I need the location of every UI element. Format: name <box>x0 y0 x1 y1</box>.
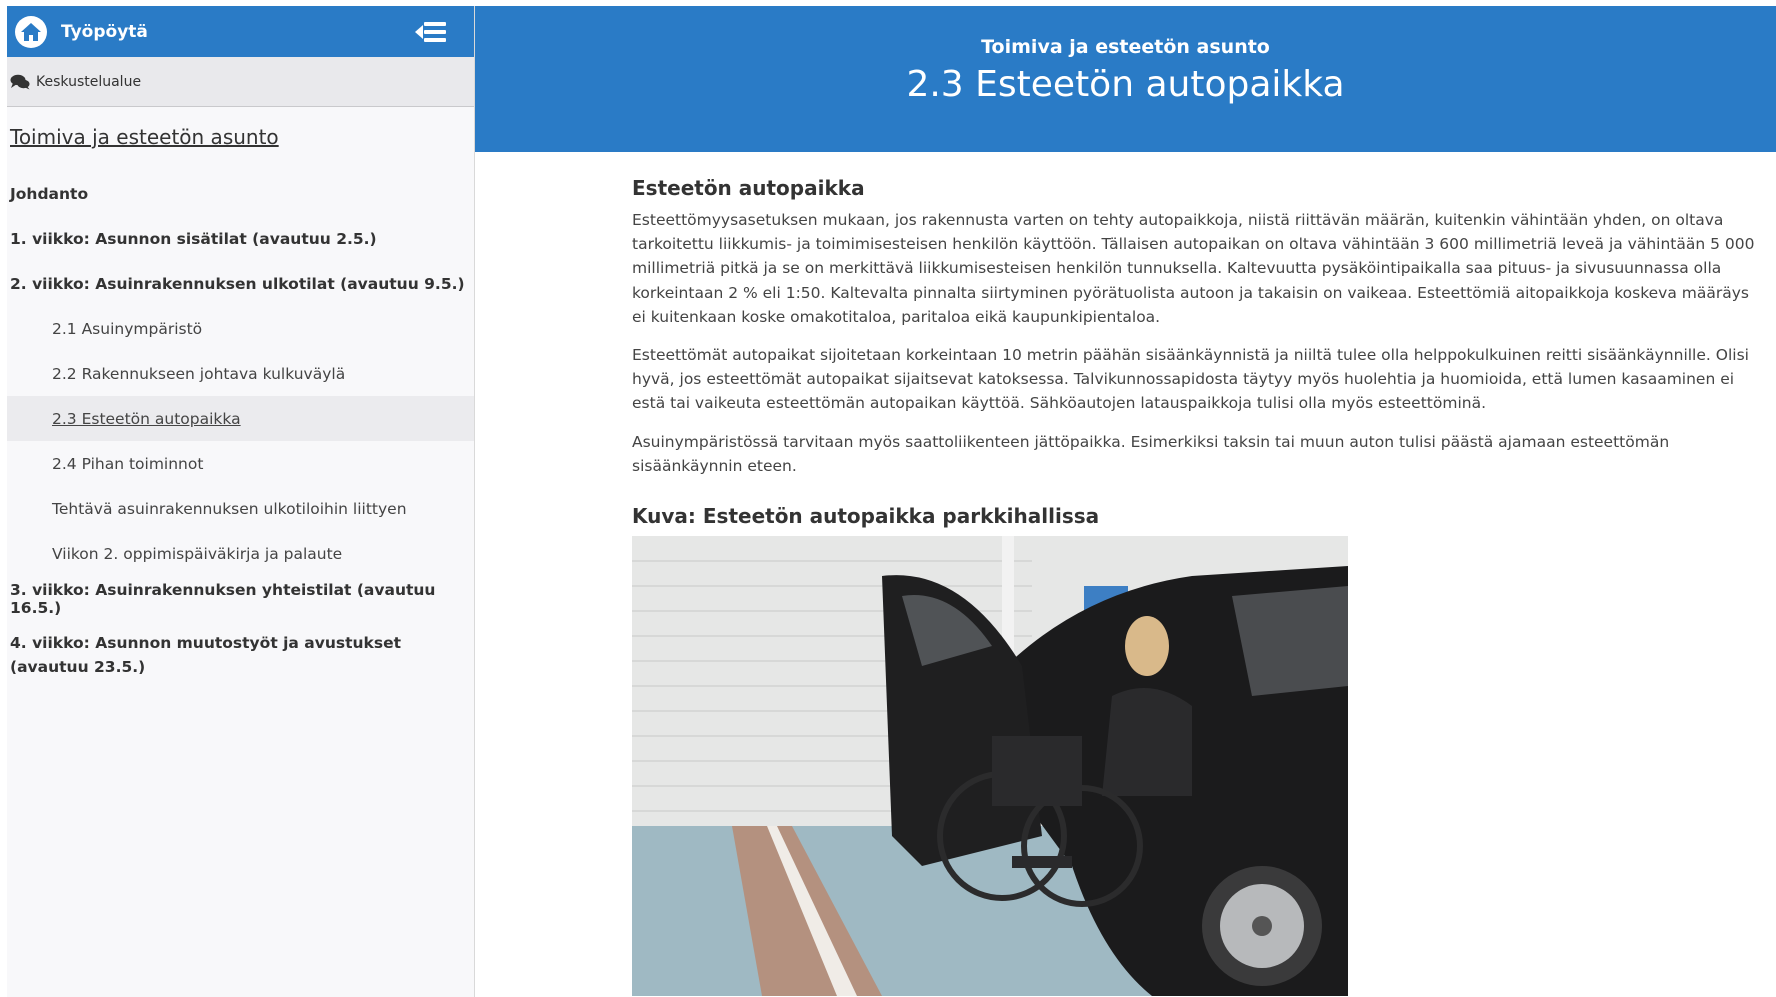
nav-item-task[interactable]: Tehtävä asuinrakennuksen ulkotiloihin li… <box>7 486 474 531</box>
page-frame: Työpöytä Keskustelualue Toimiva ja estee… <box>7 6 1776 997</box>
page-title: 2.3 Esteetön autopaikka <box>906 64 1345 105</box>
chat-bubbles-icon <box>10 74 30 89</box>
nav-item-2-1[interactable]: 2.1 Asuinympäristö <box>7 306 474 351</box>
course-navigation: Johdanto 1. viikko: Asunnon sisätilat (a… <box>7 171 474 691</box>
nav-item-label: 2.1 Asuinympäristö <box>52 319 203 338</box>
nav-item-label: 4. viikko: Asunnon muutostyöt ja avustuk… <box>10 634 402 676</box>
parking-photo <box>632 536 1348 997</box>
dashboard-link[interactable]: Työpöytä <box>61 22 148 42</box>
nav-item-label: 2.3 Esteetön autopaikka <box>52 409 241 428</box>
paragraph: Asuinympäristössä tarvitaan myös saattol… <box>632 432 1670 475</box>
course-name: Toimiva ja esteetön asunto <box>981 36 1270 58</box>
nav-item-week-2[interactable]: 2. viikko: Asuinrakennuksen ulkotilat (a… <box>7 261 474 306</box>
nav-item-week-4[interactable]: 4. viikko: Asunnon muutostyöt ja avustuk… <box>7 621 474 691</box>
course-title-link[interactable]: Toimiva ja esteetön asunto <box>10 125 279 149</box>
collapse-menu-button[interactable] <box>414 18 448 46</box>
page-header: Toimiva ja esteetön asunto 2.3 Esteetön … <box>475 6 1776 152</box>
nav-item-label: Johdanto <box>10 184 89 203</box>
nav-item-2-3-active[interactable]: 2.3 Esteetön autopaikka <box>7 396 474 441</box>
nav-item-introduction[interactable]: Johdanto <box>7 171 474 216</box>
collapse-menu-icon <box>415 22 446 42</box>
paragraph: Esteettömyysasetuksen mukaan, jos rakenn… <box>632 211 1755 326</box>
paragraph: Esteettömät autopaikat sijoitetaan korke… <box>632 346 1749 413</box>
forum-label: Keskustelualue <box>36 73 142 90</box>
home-icon <box>21 22 41 41</box>
nav-item-week-1[interactable]: 1. viikko: Asunnon sisätilat (avautuu 2.… <box>7 216 474 261</box>
nav-item-label: 2.4 Pihan toiminnot <box>52 454 204 473</box>
nav-item-learning-diary[interactable]: Viikon 2. oppimispäiväkirja ja palaute <box>7 531 474 576</box>
home-button[interactable] <box>15 15 47 48</box>
nav-item-2-2[interactable]: 2.2 Rakennukseen johtava kulkuväylä <box>7 351 474 396</box>
nav-item-label: 2.2 Rakennukseen johtava kulkuväylä <box>52 364 346 383</box>
nav-item-label: 1. viikko: Asunnon sisätilat (avautuu 2.… <box>10 229 377 248</box>
nav-item-label: 3. viikko: Asuinrakennuksen yhteistilat … <box>10 580 436 617</box>
sidebar-header: Työpöytä <box>7 6 474 57</box>
main-content: Esteetön autopaikka Esteettömyysasetukse… <box>632 176 1762 997</box>
nav-item-week-3[interactable]: 3. viikko: Asuinrakennuksen yhteistilat … <box>7 576 474 621</box>
sidebar: Työpöytä Keskustelualue Toimiva ja estee… <box>7 6 475 997</box>
nav-item-label: Tehtävä asuinrakennuksen ulkotiloihin li… <box>52 499 407 518</box>
section-heading: Esteetön autopaikka <box>632 176 865 200</box>
forum-link[interactable]: Keskustelualue <box>7 57 474 107</box>
nav-item-label: 2. viikko: Asuinrakennuksen ulkotilat (a… <box>10 274 465 293</box>
parking-photo-illustration <box>632 536 1348 997</box>
nav-item-label: Viikon 2. oppimispäiväkirja ja palaute <box>52 544 343 563</box>
nav-item-2-4[interactable]: 2.4 Pihan toiminnot <box>7 441 474 486</box>
figure-heading: Kuva: Esteetön autopaikka parkkihallissa <box>632 504 1100 529</box>
